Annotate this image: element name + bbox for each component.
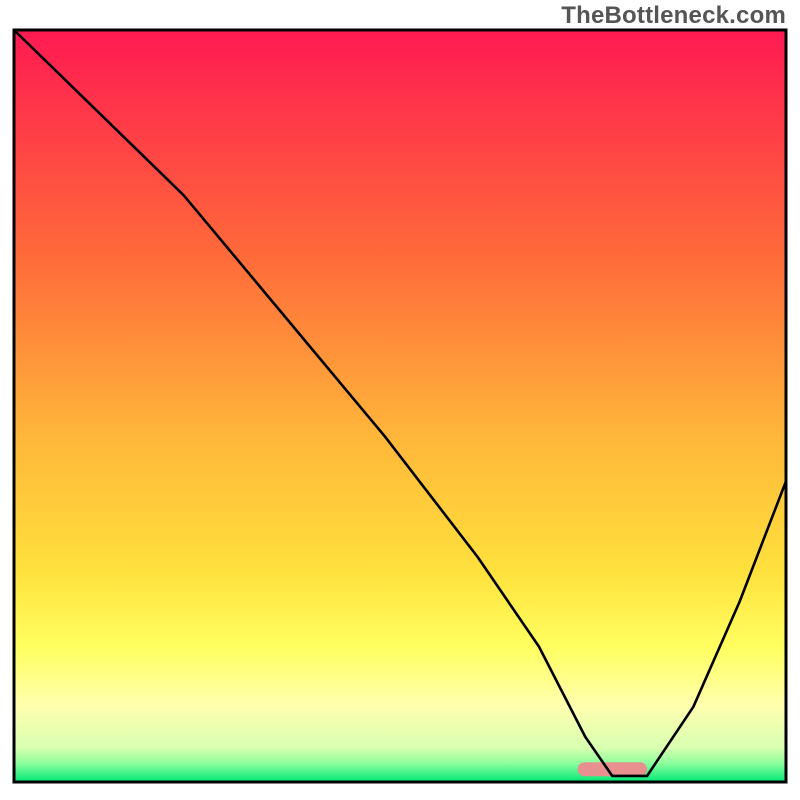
bottleneck-chart: TheBottleneck.com (0, 0, 800, 800)
chart-canvas (0, 0, 800, 800)
watermark-label: TheBottleneck.com (561, 2, 786, 30)
